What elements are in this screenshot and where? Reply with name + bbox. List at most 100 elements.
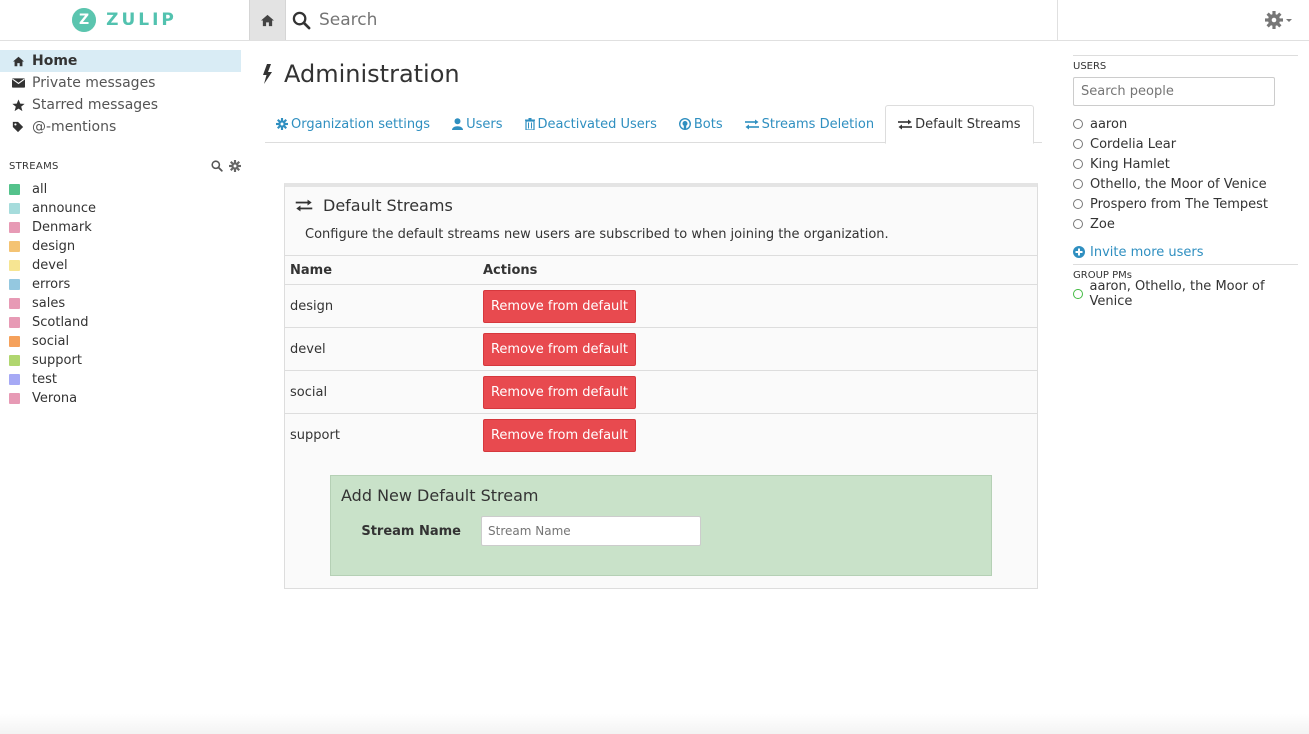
tab-bots[interactable]: Bots	[668, 105, 734, 143]
stream-name: devel	[32, 258, 68, 273]
envelope-icon	[10, 78, 26, 88]
stream-name: design	[32, 239, 76, 254]
gear-icon	[276, 118, 288, 130]
invite-more-users-link[interactable]: Invite more users	[1073, 242, 1298, 262]
gear-icon	[1265, 11, 1292, 29]
left-sidebar: Home Private messages Starred messages @…	[0, 50, 241, 408]
column-header-name: Name	[285, 255, 478, 285]
stream-color-swatch	[9, 222, 20, 233]
stream-item-verona[interactable]: Verona	[0, 389, 241, 408]
gear-icon[interactable]	[229, 160, 241, 172]
stream-item-devel[interactable]: devel	[0, 256, 241, 275]
streams-header: STREAMS	[0, 159, 241, 173]
table-row: support Remove from default	[285, 413, 1037, 457]
stream-name: Verona	[32, 391, 78, 406]
stream-name-cell: support	[285, 413, 478, 457]
stream-item-announce[interactable]: announce	[0, 199, 241, 218]
tab-label: Organization settings	[291, 116, 431, 132]
user-item[interactable]: aaron	[1073, 114, 1298, 134]
user-item[interactable]: Cordelia Lear	[1073, 134, 1298, 154]
brand-logo[interactable]: Z ZULIP	[0, 0, 249, 40]
stream-item-scotland[interactable]: Scotland	[0, 313, 241, 332]
stream-name-input[interactable]	[481, 516, 701, 546]
stream-color-swatch	[9, 260, 20, 271]
panel-title: Default Streams	[323, 195, 453, 215]
stream-item-social[interactable]: social	[0, 332, 241, 351]
stream-color-swatch	[9, 355, 20, 366]
nav-mentions-label: @-mentions	[32, 119, 117, 135]
user-name: King Hamlet	[1090, 156, 1170, 172]
actions-cell: Remove from default	[478, 284, 1037, 328]
actions-cell: Remove from default	[478, 413, 1037, 457]
column-header-actions: Actions	[478, 255, 1037, 285]
tab-label: Bots	[693, 116, 723, 132]
actions-cell: Remove from default	[478, 370, 1037, 414]
stream-item-test[interactable]: test	[0, 370, 241, 389]
tab-users[interactable]: Users	[441, 105, 513, 143]
stream-item-denmark[interactable]: Denmark	[0, 218, 241, 237]
trash-icon	[524, 118, 535, 130]
nav-starred-messages-label: Starred messages	[32, 97, 159, 113]
stream-color-swatch	[9, 203, 20, 214]
user-item[interactable]: Prospero from The Tempest	[1073, 194, 1298, 214]
nav-private-messages[interactable]: Private messages	[0, 72, 241, 94]
settings-menu-button[interactable]	[1249, 0, 1309, 40]
stream-color-swatch	[9, 279, 20, 290]
bolt-icon	[263, 64, 272, 84]
admin-tabs: Organization settings Users Deactivated …	[265, 105, 1042, 144]
table-header-row: Name Actions	[285, 255, 1037, 285]
tag-icon	[10, 121, 26, 133]
stream-name-cell: social	[285, 370, 478, 414]
panel-description: Configure the default streams new users …	[305, 227, 889, 242]
stream-item-all[interactable]: all	[0, 180, 241, 199]
search-bar	[286, 0, 1058, 40]
stream-color-swatch	[9, 298, 20, 309]
stream-item-errors[interactable]: errors	[0, 275, 241, 294]
users-header: USERS	[1073, 55, 1298, 73]
tab-streams-deletion[interactable]: Streams Deletion	[734, 105, 885, 143]
right-sidebar: USERS aaron Cordelia Lear King Hamlet Ot…	[1073, 55, 1298, 309]
presence-idle-icon	[1073, 179, 1083, 189]
tab-deactivated-users[interactable]: Deactivated Users	[514, 105, 668, 143]
stream-item-design[interactable]: design	[0, 237, 241, 256]
search-people-input[interactable]	[1073, 77, 1275, 106]
stream-item-support[interactable]: support	[0, 351, 241, 370]
nav-home[interactable]: Home	[0, 50, 241, 72]
default-streams-table: Name Actions design Remove from default …	[285, 255, 1037, 457]
exchange-icon	[744, 119, 759, 130]
nav-mentions[interactable]: @-mentions	[0, 116, 241, 138]
stream-color-swatch	[9, 184, 20, 195]
search-icon[interactable]	[292, 11, 311, 30]
tab-default-streams[interactable]: Default Streams	[885, 105, 1034, 144]
tab-organization-settings[interactable]: Organization settings	[265, 105, 441, 143]
user-item[interactable]: King Hamlet	[1073, 154, 1298, 174]
user-name: Othello, the Moor of Venice	[1090, 176, 1267, 192]
exchange-icon	[898, 119, 913, 130]
user-icon	[452, 118, 464, 130]
add-default-stream-title: Add New Default Stream	[341, 486, 539, 505]
table-row: design Remove from default	[285, 284, 1037, 328]
search-icon[interactable]	[211, 160, 223, 172]
home-button[interactable]	[249, 0, 286, 40]
search-input[interactable]	[319, 10, 1019, 30]
zulip-logo-icon: Z	[72, 8, 97, 32]
nav-starred-messages[interactable]: Starred messages	[0, 94, 241, 116]
user-item[interactable]: Zoe	[1073, 214, 1298, 234]
tab-label: Default Streams	[915, 117, 1021, 132]
group-pm-item[interactable]: aaron, Othello, the Moor of Venice	[1073, 279, 1298, 309]
stream-name: all	[32, 182, 48, 197]
presence-idle-icon	[1073, 199, 1083, 209]
remove-from-default-button[interactable]: Remove from default	[483, 332, 636, 366]
remove-from-default-button[interactable]: Remove from default	[483, 289, 636, 323]
home-icon	[10, 56, 26, 67]
stream-color-swatch	[9, 374, 20, 385]
user-name: Zoe	[1090, 216, 1115, 232]
stream-name: test	[32, 372, 57, 387]
remove-from-default-button[interactable]: Remove from default	[483, 418, 636, 452]
stream-item-sales[interactable]: sales	[0, 294, 241, 313]
presence-idle-icon	[1073, 219, 1083, 229]
remove-from-default-button[interactable]: Remove from default	[483, 375, 636, 409]
user-item[interactable]: Othello, the Moor of Venice	[1073, 174, 1298, 194]
default-streams-panel: Default Streams Configure the default st…	[284, 183, 1038, 589]
tab-label: Streams Deletion	[761, 116, 875, 132]
